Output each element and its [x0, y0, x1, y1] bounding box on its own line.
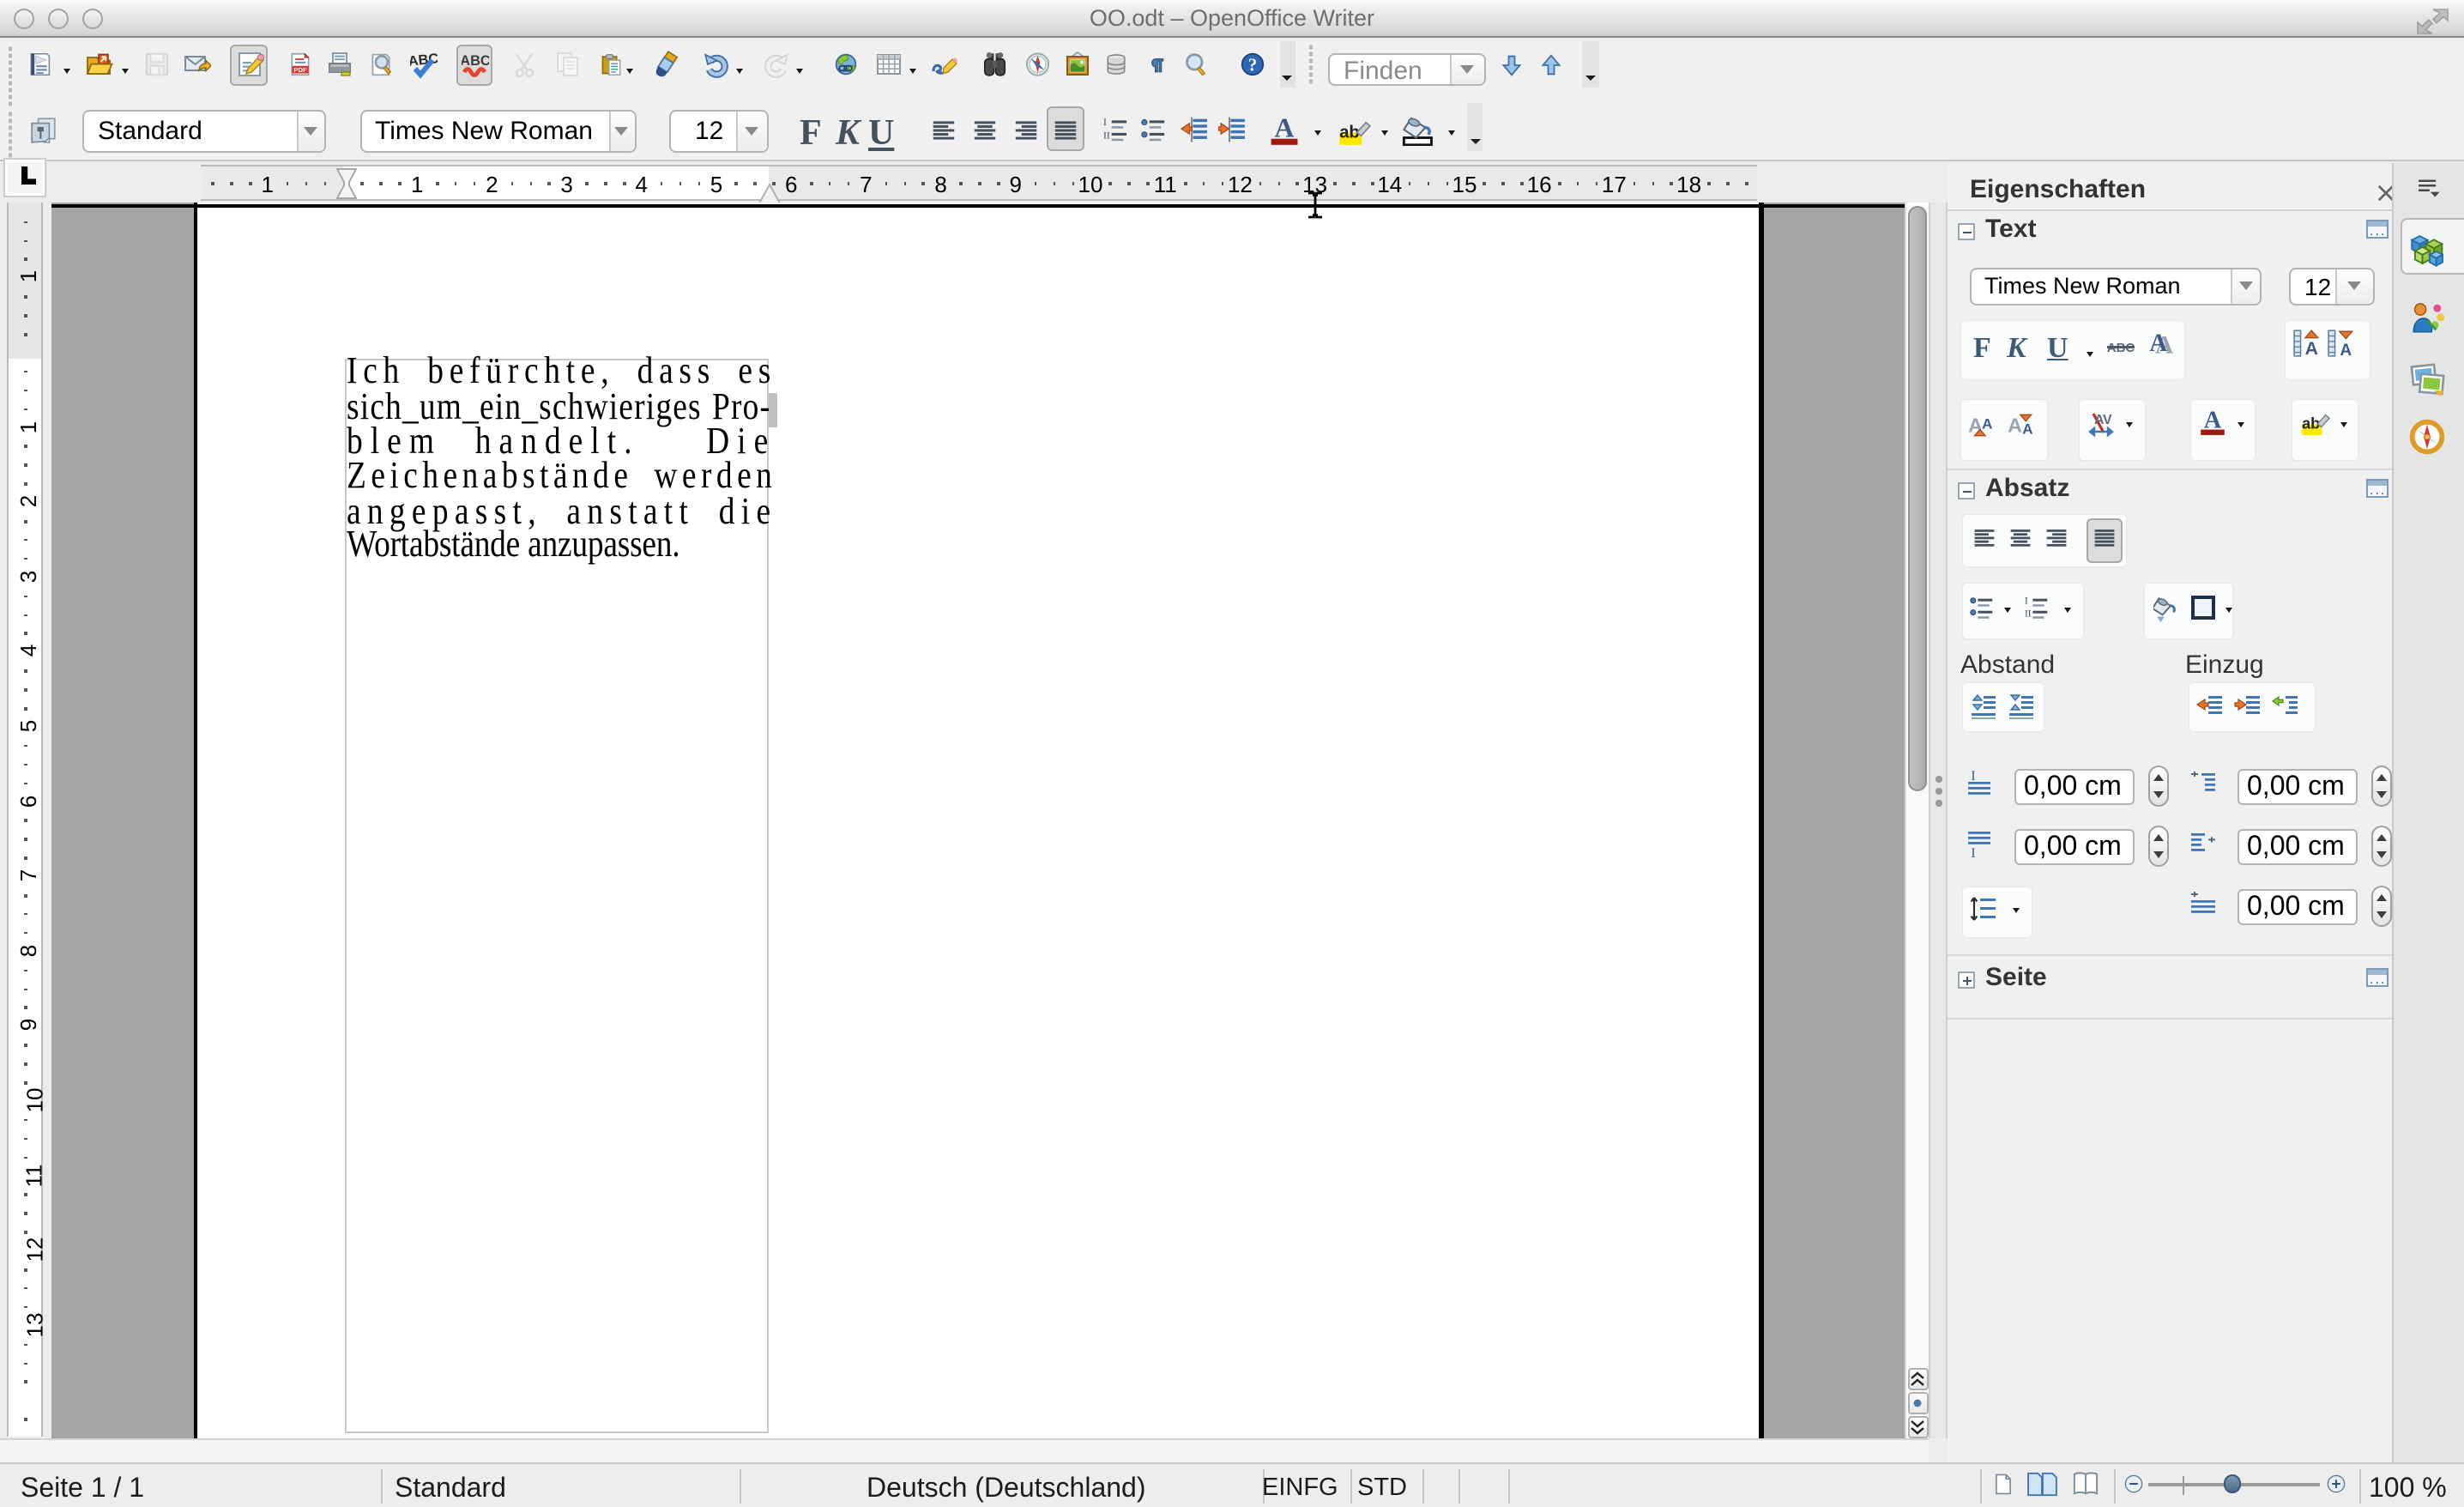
- svg-text:V: V: [2102, 412, 2111, 427]
- svg-text:II: II: [2025, 608, 2032, 618]
- svg-text:ABC: ABC: [461, 52, 488, 68]
- svg-text:I: I: [1971, 769, 1975, 784]
- svg-text:II: II: [1103, 130, 1110, 141]
- svg-text:A: A: [2305, 338, 2318, 359]
- svg-text:A: A: [2149, 330, 2167, 357]
- svg-text:I: I: [1103, 116, 1107, 127]
- svg-text:A: A: [2008, 414, 2022, 436]
- svg-text:A: A: [1981, 415, 1991, 431]
- svg-text:PDF: PDF: [293, 65, 307, 73]
- svg-text:I: I: [2025, 595, 2028, 605]
- svg-text:I: I: [1971, 846, 1975, 858]
- svg-text:A: A: [2022, 421, 2032, 437]
- svg-text:?: ?: [1247, 54, 1257, 75]
- svg-text:A: A: [1274, 113, 1294, 142]
- svg-text:A: A: [2339, 342, 2351, 359]
